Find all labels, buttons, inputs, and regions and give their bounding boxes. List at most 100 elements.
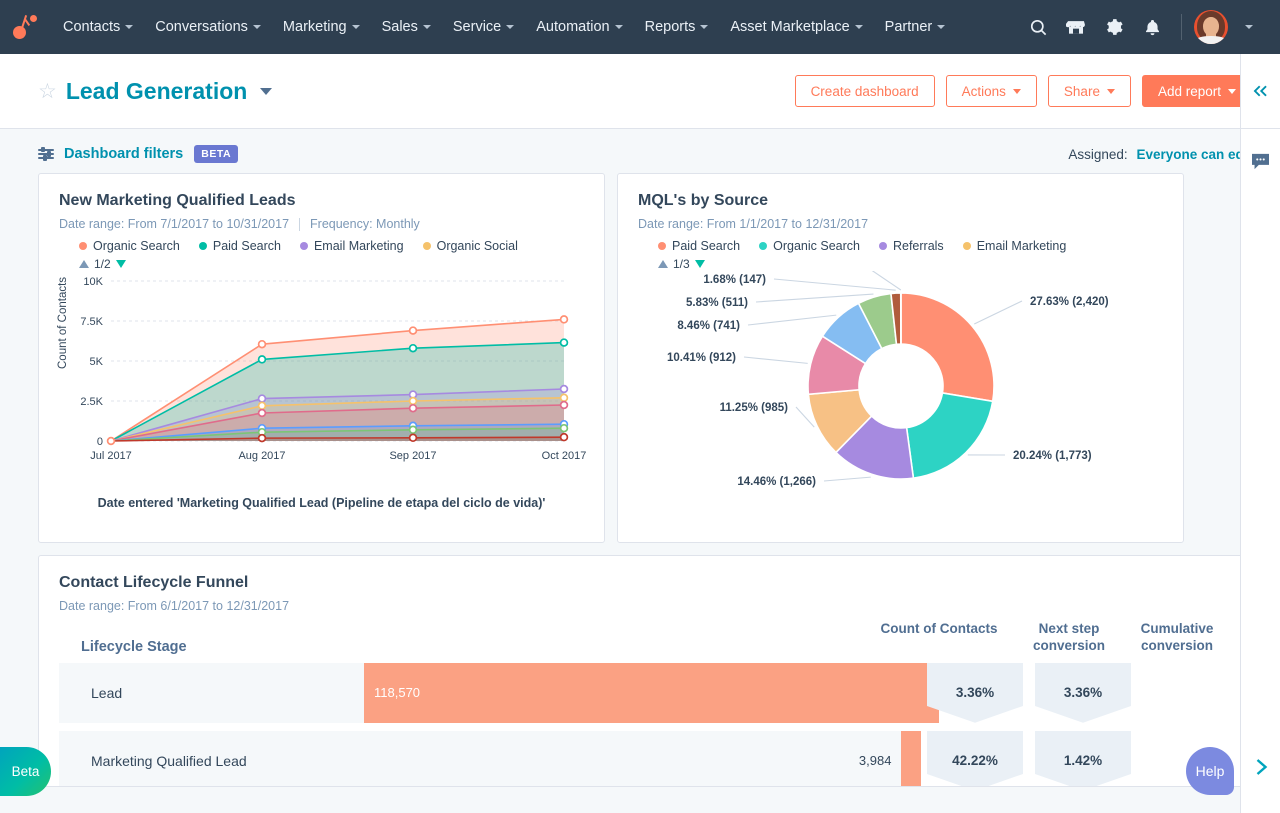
legend-item[interactable]: Referrals (878, 239, 944, 253)
donut-slice-label: 5.83% (511) (686, 297, 748, 309)
hubspot-logo-icon (13, 14, 39, 40)
nav-item-marketing[interactable]: Marketing (272, 13, 371, 41)
legend-item[interactable]: Email Marketing (299, 239, 404, 253)
column-header-line1: Count of Contacts (880, 621, 998, 636)
collapse-sidebar-button[interactable] (1241, 54, 1280, 129)
funnel-conversion-cell: 3.36% (921, 662, 1029, 723)
nav-item-automation[interactable]: Automation (525, 13, 633, 41)
legend-swatch-icon (658, 242, 666, 250)
create-dashboard-button[interactable]: Create dashboard (794, 75, 935, 107)
add-report-button[interactable]: Add report (1141, 75, 1252, 107)
chevron-down-icon (1106, 88, 1115, 94)
legend-swatch-icon (759, 242, 768, 250)
svg-text:2.5K: 2.5K (80, 396, 103, 408)
nav-item-service[interactable]: Service (442, 13, 525, 41)
pager-up-icon[interactable] (658, 260, 668, 268)
legend-item[interactable]: Email Marketing (962, 239, 1066, 253)
donut-slice-label: 1.68% (147) (703, 274, 766, 286)
legend-item[interactable]: Paid Search (658, 239, 740, 253)
date-range-text: Date range: From 7/1/2017 to 10/31/2017 (59, 217, 290, 231)
donut-slice[interactable] (900, 292, 995, 403)
svg-text:Aug 2017: Aug 2017 (238, 450, 285, 462)
nav-item-reports[interactable]: Reports (634, 13, 720, 41)
legend-swatch-icon (79, 242, 87, 250)
dashboard-grid: New Marketing Qualified Leads Date range… (0, 173, 1280, 543)
nav-item-sales[interactable]: Sales (371, 13, 442, 41)
svg-text:0: 0 (97, 436, 103, 448)
marketplace-icon[interactable] (1059, 10, 1093, 44)
nav-item-partner[interactable]: Partner (874, 13, 957, 41)
pager-down-icon[interactable] (694, 260, 705, 268)
settings-gear-icon[interactable] (1097, 10, 1131, 44)
legend-label: Organic Social (436, 239, 518, 253)
donut-slice-label: 27.63% (2,420) (1030, 296, 1109, 308)
legend-label: Email Marketing (313, 239, 404, 253)
card-subtitle: Date range: From 1/1/2017 to 12/31/2017 (638, 217, 1163, 231)
nav-item-label: Asset Marketplace (730, 19, 850, 35)
chevron-down-icon (854, 25, 863, 29)
chevron-down-icon (937, 25, 946, 29)
funnel-row[interactable]: Lead 118,570 3.36% 3.36% (59, 662, 1231, 723)
assigned-label: Assigned: (1068, 146, 1128, 162)
help-button[interactable]: Help (1186, 747, 1234, 795)
legend-swatch-icon (878, 242, 887, 250)
dashboard-filter-bar: Dashboard filters BETA Assigned: Everyon… (0, 129, 1280, 173)
chevron-down-icon (506, 25, 515, 29)
account-chevron-down-icon[interactable] (1232, 10, 1266, 44)
chevron-down-icon (125, 25, 134, 29)
conversion-value: 42.22% (952, 753, 998, 769)
assigned-value-link[interactable]: Everyone can edit (1136, 147, 1252, 162)
legend-label: Organic Search (773, 239, 860, 253)
column-header-line1: Next step (1038, 621, 1100, 636)
funnel-stage-cell: Marketing Qualified Lead 3,984 (59, 730, 921, 786)
dashboard-filters-link[interactable]: Dashboard filters (64, 146, 183, 162)
donut-chart-svg: 27.63% (2,420) 20.24% (1,773) 14.46% (1,26… (667, 256, 1109, 488)
donut-slice[interactable] (905, 391, 994, 480)
beta-feedback-tab[interactable]: Beta (0, 747, 51, 796)
chat-bubble-icon[interactable] (1241, 153, 1280, 170)
nav-item-conversations[interactable]: Conversations (144, 13, 272, 41)
search-icon[interactable] (1021, 10, 1055, 44)
hubspot-logo-button[interactable] (0, 14, 52, 40)
legend-swatch-icon (422, 242, 431, 250)
legend-swatch-icon (299, 242, 308, 250)
conversion-value: 3.36% (1063, 685, 1103, 701)
card-subtitle: Date range: From 7/1/2017 to 10/31/2017 … (59, 217, 584, 231)
nav-item-label: Conversations (155, 19, 248, 35)
date-range-text: Date range: From 1/1/2017 to 12/31/2017 (638, 217, 869, 231)
actions-button[interactable]: Actions (945, 75, 1037, 107)
avatar[interactable] (1194, 10, 1228, 44)
top-navigation-bar: Contacts Conversations Marketing Sales Servi… (0, 0, 1280, 54)
legend-item[interactable]: Organic Social (422, 239, 518, 253)
notifications-bell-icon[interactable] (1135, 10, 1169, 44)
funnel-header-row: Lifecycle Stage Count of Contacts Next st… (59, 621, 1231, 655)
nav-item-label: Automation (536, 19, 610, 35)
funnel-column-header: Cumulative conversion (1123, 621, 1231, 655)
svg-text:7.5K: 7.5K (80, 316, 103, 328)
funnel-column-headers: Count of Contacts Next step conversion Cumu… (863, 621, 1231, 655)
legend-swatch-icon (962, 242, 971, 250)
favorite-star-icon[interactable]: ☆ (38, 81, 57, 102)
legend-pager: 1/2 (59, 257, 584, 271)
funnel-count-value: 3,984 (858, 753, 892, 769)
chevron-down-icon (252, 25, 261, 29)
legend-item[interactable]: Organic Search (79, 239, 180, 253)
legend-item[interactable]: Paid Search (198, 239, 281, 253)
nav-item-asset-marketplace[interactable]: Asset Marketplace (719, 13, 873, 41)
share-button[interactable]: Share (1047, 75, 1131, 107)
assigned-info: Assigned: Everyone can edit (1068, 147, 1252, 162)
add-report-label: Add report (1157, 83, 1221, 99)
page-title[interactable]: Lead Generation (66, 78, 247, 105)
dashboard-chevron-down-icon[interactable] (260, 87, 273, 95)
funnel-conversion-cell: 1.42% (1029, 730, 1137, 786)
nav-item-contacts[interactable]: Contacts (52, 13, 144, 41)
expand-panel-button[interactable] (1254, 757, 1269, 780)
card-title: MQL's by Source (638, 192, 769, 209)
donut-slice-label: 11.25% (985) (720, 402, 789, 414)
y-axis-label: Count of Contacts (57, 276, 69, 369)
filter-sliders-icon[interactable] (38, 147, 54, 161)
funnel-row[interactable]: Marketing Qualified Lead 3,984 42.22% 1.42% (59, 730, 1231, 786)
pager-down-icon[interactable] (115, 260, 126, 268)
pager-up-icon[interactable] (79, 260, 89, 268)
legend-item[interactable]: Organic Search (759, 239, 860, 253)
